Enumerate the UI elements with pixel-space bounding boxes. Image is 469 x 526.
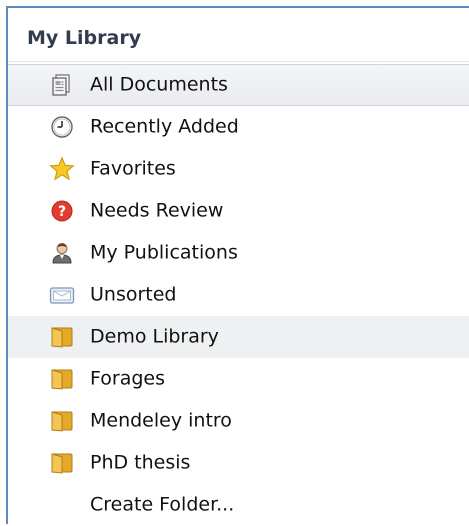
create-folder-label: Create Folder... — [90, 493, 235, 516]
folder-icon — [48, 365, 76, 393]
sidebar-item-mendeley-intro[interactable]: Mendeley intro — [8, 400, 469, 442]
library-header: My Library — [8, 8, 469, 62]
documents-icon — [48, 71, 76, 99]
clock-icon — [48, 113, 76, 141]
sidebar-item-my-publications[interactable]: My Publications — [8, 232, 469, 274]
create-folder-button[interactable]: Create Folder... — [8, 484, 469, 526]
sidebar-item-needs-review[interactable]: ? Needs Review — [8, 190, 469, 232]
sidebar-item-label: Forages — [90, 367, 165, 390]
sidebar-item-label: PhD thesis — [90, 451, 191, 474]
folder-icon — [48, 449, 76, 477]
svg-text:?: ? — [58, 204, 66, 220]
tray-icon — [48, 281, 76, 309]
sidebar-item-label: Mendeley intro — [90, 409, 232, 432]
star-icon — [48, 155, 76, 183]
sidebar-item-label: All Documents — [90, 73, 228, 96]
sidebar-item-label: Unsorted — [90, 283, 177, 306]
sidebar-item-label: Demo Library — [90, 325, 219, 348]
sidebar-item-demo-library[interactable]: Demo Library — [8, 316, 469, 358]
sidebar-item-all-documents[interactable]: All Documents — [8, 64, 469, 106]
sidebar-item-label: My Publications — [90, 241, 238, 264]
sidebar-item-label: Recently Added — [90, 115, 239, 138]
library-panel: My Library All Documents Recently Added … — [6, 6, 469, 524]
folder-icon — [48, 407, 76, 435]
sidebar-item-phd-thesis[interactable]: PhD thesis — [8, 442, 469, 484]
sidebar-item-forages[interactable]: Forages — [8, 358, 469, 400]
sidebar-item-unsorted[interactable]: Unsorted — [8, 274, 469, 316]
sidebar-item-label: Favorites — [90, 157, 176, 180]
sidebar-item-favorites[interactable]: Favorites — [8, 148, 469, 190]
sidebar-item-recently-added[interactable]: Recently Added — [8, 106, 469, 148]
folder-icon — [48, 323, 76, 351]
person-icon — [48, 239, 76, 267]
question-icon: ? — [48, 197, 76, 225]
sidebar-item-label: Needs Review — [90, 199, 224, 222]
